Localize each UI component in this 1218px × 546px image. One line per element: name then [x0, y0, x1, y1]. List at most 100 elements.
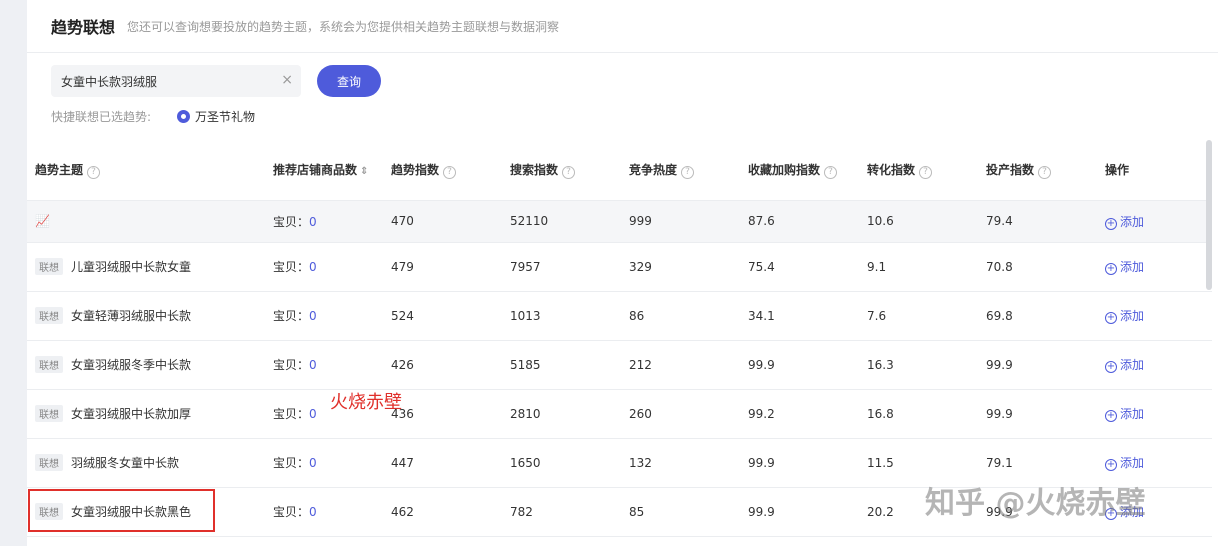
help-icon[interactable]: ?	[443, 165, 457, 179]
count-cell: 宝贝：0	[265, 291, 383, 341]
add-button[interactable]: + 添加	[1105, 456, 1144, 471]
column-header-compete: 竞争热度?	[621, 140, 740, 201]
associate-tag: 联想	[35, 454, 63, 471]
help-icon[interactable]: ?	[919, 165, 933, 179]
roi-cell: 70.8	[978, 242, 1097, 292]
trend-cell: 524	[383, 291, 502, 341]
search-box: ×	[51, 65, 301, 97]
associate-tag: 联想	[35, 258, 63, 275]
help-icon[interactable]: ?	[1038, 165, 1052, 179]
plus-circle-icon: +	[1105, 410, 1117, 422]
quick-option-label[interactable]: 万圣节礼物	[195, 108, 255, 125]
search-cell: 7957	[502, 242, 621, 292]
column-header-fav: 收藏加购指数?	[740, 140, 859, 201]
search-cell: 52110	[502, 200, 621, 243]
search-cell: 1013	[502, 291, 621, 341]
trend-cell: 479	[383, 242, 502, 292]
add-button[interactable]: + 添加	[1105, 358, 1144, 373]
compete-cell: 260	[621, 389, 740, 439]
compete-cell: 85	[621, 487, 740, 537]
table-header-row: 趋势主题? 推荐店铺商品数 ⇕ 趋势指数? 搜索指数? 竞争热度? 收藏加购指数?…	[27, 140, 1212, 201]
column-header-trend: 趋势指数?	[383, 140, 502, 201]
count-cell: 宝贝：0	[265, 438, 383, 488]
search-cell: 782	[502, 487, 621, 537]
compete-cell: 212	[621, 340, 740, 390]
fav-cell: 99.9	[740, 438, 859, 488]
convert-cell: 7.6	[859, 291, 978, 341]
topic-cell: 联想 女童羽绒服中长款加厚	[27, 389, 265, 439]
table-row: 联想 女童羽绒服冬季中长款 宝贝：0 426 5185 212 99.9 16.3…	[27, 340, 1212, 390]
column-header-shop-count[interactable]: 推荐店铺商品数 ⇕	[265, 140, 383, 201]
action-cell: + 添加	[1097, 340, 1212, 390]
trend-chart-icon: 📈	[35, 214, 50, 228]
count-cell: 宝贝：0	[265, 487, 383, 537]
highlight-box	[28, 489, 215, 532]
compete-cell: 329	[621, 242, 740, 292]
associate-tag: 联想	[35, 405, 63, 422]
clear-icon[interactable]: ×	[281, 72, 293, 88]
count-cell: 宝贝：0	[265, 200, 383, 243]
count-cell: 宝贝：0	[265, 242, 383, 292]
radio-selected-icon[interactable]	[177, 110, 191, 123]
count-cell: 宝贝：0	[265, 340, 383, 390]
query-button[interactable]: 查询	[317, 65, 381, 97]
page-subtitle: 您还可以查询想要投放的趋势主题，系统会为您提供相关趋势主题联想与数据洞察	[127, 19, 560, 34]
compete-cell: 86	[621, 291, 740, 341]
column-header-search: 搜索指数?	[502, 140, 621, 201]
search-row: × 查询	[51, 65, 381, 97]
plus-circle-icon: +	[1105, 312, 1117, 324]
plus-circle-icon: +	[1105, 459, 1117, 471]
trend-cell: 426	[383, 340, 502, 390]
action-cell: + 添加	[1097, 242, 1212, 292]
plus-circle-icon: +	[1105, 217, 1117, 230]
table-row: 联想 儿童羽绒服中长款女童 宝贝：0 479 7957 329 75.4 9.1 …	[27, 242, 1212, 292]
fav-cell: 34.1	[740, 291, 859, 341]
add-button[interactable]: + 添加	[1105, 215, 1144, 230]
help-icon[interactable]: ?	[562, 165, 576, 179]
fav-cell: 87.6	[740, 200, 859, 243]
topic-cell: 联想 羽绒服冬女童中长款	[27, 438, 265, 488]
fav-cell: 99.9	[740, 340, 859, 390]
topic-cell: 📈	[27, 200, 265, 243]
fav-cell: 99.9	[740, 487, 859, 537]
panel-header: 趋势联想 您还可以查询想要投放的趋势主题，系统会为您提供相关趋势主题联想与数据洞…	[27, 0, 1218, 53]
help-icon[interactable]: ?	[681, 165, 695, 179]
convert-cell: 10.6	[859, 200, 978, 243]
fav-cell: 99.2	[740, 389, 859, 439]
convert-cell: 16.8	[859, 389, 978, 439]
column-header-convert: 转化指数?	[859, 140, 978, 201]
associate-tag: 联想	[35, 356, 63, 373]
column-header-action: 操作	[1097, 140, 1212, 201]
add-button[interactable]: + 添加	[1105, 309, 1144, 324]
action-cell: + 添加	[1097, 291, 1212, 341]
trend-cell: 462	[383, 487, 502, 537]
roi-cell: 99.9	[978, 340, 1097, 390]
trend-panel: 趋势联想 您还可以查询想要投放的趋势主题，系统会为您提供相关趋势主题联想与数据洞…	[27, 0, 1218, 546]
search-cell: 1650	[502, 438, 621, 488]
fav-cell: 75.4	[740, 242, 859, 292]
roi-cell: 69.8	[978, 291, 1097, 341]
topic-cell: 联想 女童羽绒服冬季中长款	[27, 340, 265, 390]
scrollbar[interactable]	[1206, 140, 1212, 290]
column-header-roi: 投产指数?	[978, 140, 1097, 201]
help-icon[interactable]: ?	[87, 165, 101, 179]
convert-cell: 16.3	[859, 340, 978, 390]
zhihu-watermark: 知乎 @火烧赤壁	[925, 486, 1146, 521]
convert-cell: 9.1	[859, 242, 978, 292]
action-cell: + 添加	[1097, 389, 1212, 439]
search-input[interactable]	[61, 74, 271, 88]
compete-cell: 999	[621, 200, 740, 243]
compete-cell: 132	[621, 438, 740, 488]
table-row: 📈 宝贝：0 470 52110 999 87.6 10.6 79.4 + 添加	[27, 200, 1212, 243]
page-title: 趋势联想	[51, 18, 116, 37]
add-button[interactable]: + 添加	[1105, 407, 1144, 422]
topic-cell: 联想 女童轻薄羽绒服中长款	[27, 291, 265, 341]
plus-circle-icon: +	[1105, 263, 1117, 275]
roi-cell: 79.4	[978, 200, 1097, 243]
trend-cell: 447	[383, 438, 502, 488]
help-icon[interactable]: ?	[824, 165, 838, 179]
topic-cell: 联想 儿童羽绒服中长款女童	[27, 242, 265, 292]
trend-cell: 470	[383, 200, 502, 243]
add-button[interactable]: + 添加	[1105, 260, 1144, 275]
sort-icon[interactable]: ⇕	[360, 166, 368, 177]
